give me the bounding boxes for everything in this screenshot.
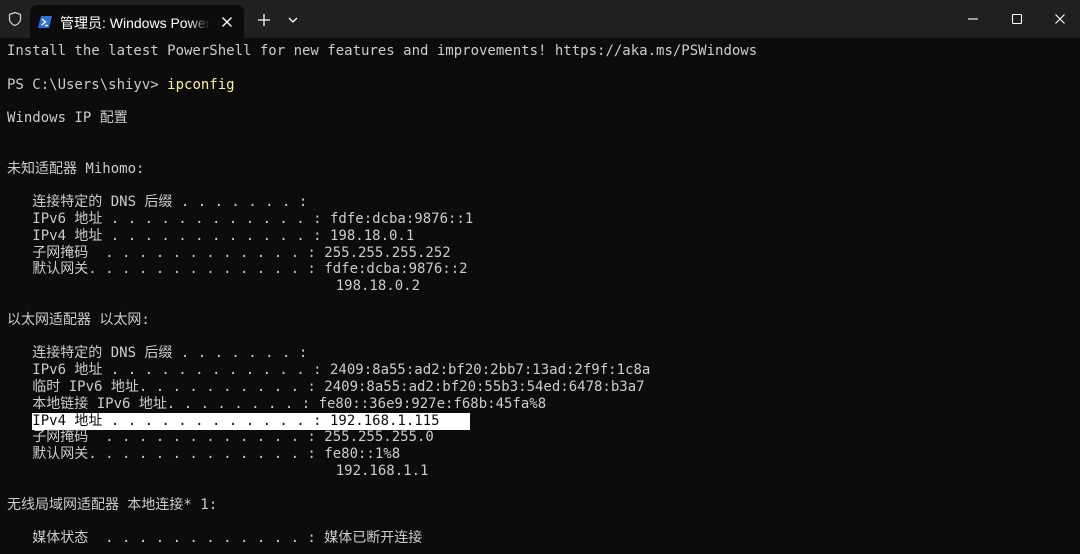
terminal-line: 本地链接 IPv6 地址. . . . . . . . : fe80::36e9… [7, 395, 547, 412]
minimize-icon[interactable] [966, 12, 980, 26]
terminal-line: 子网掩码 . . . . . . . . . . . . : 255.255.2… [7, 244, 451, 261]
plus-icon[interactable] [257, 13, 271, 27]
terminal-line: 默认网关. . . . . . . . . . . . . : fe80::1%… [7, 446, 401, 463]
terminal-line: 临时 IPv6 地址. . . . . . . . . . : 2409:8a5… [7, 379, 645, 395]
terminal-line: 以太网适配器 以太网: [7, 311, 150, 328]
terminal-line: 未知适配器 Mihomo: [7, 160, 145, 177]
maximize-icon[interactable] [1010, 12, 1024, 26]
terminal-line: 连接特定的 DNS 后缀 . . . . . . . : [7, 194, 308, 211]
terminal-output[interactable]: Install the latest PowerShell for new fe… [0, 38, 1080, 554]
terminal-line: IPv4 地址 . . . . . . . . . . . . : 192.16… [7, 412, 440, 429]
terminal-line: Install the latest PowerShell for new fe… [7, 43, 758, 59]
shield-icon [7, 11, 23, 27]
terminal-line: 198.18.0.2 [7, 278, 421, 295]
powershell-icon [38, 15, 52, 29]
tab-powershell[interactable]: 管理员: Windows PowerShell [30, 5, 244, 38]
terminal-line: IPv6 地址 . . . . . . . . . . . . : fdfe:d… [7, 211, 474, 227]
terminal-line: IPv4 地址 . . . . . . . . . . . . : 198.18… [7, 227, 415, 244]
chevron-down-icon[interactable] [287, 16, 299, 24]
terminal-line: 192.168.1.1 [7, 463, 429, 479]
close-icon[interactable] [1053, 12, 1067, 26]
terminal-line: Windows IP 配置 [7, 110, 128, 127]
close-icon[interactable] [220, 15, 234, 29]
terminal-line: IPv6 地址 . . . . . . . . . . . . : 2409:8… [7, 362, 651, 379]
terminal-line: 媒体状态 . . . . . . . . . . . . : 媒体已断开连接 [7, 530, 423, 547]
title-bar: 管理员: Windows PowerShell [0, 0, 1080, 38]
terminal-line: PS C:\Users\shiyv> ipconfig [7, 76, 235, 93]
tab-title: 管理员: Windows PowerShell [60, 15, 210, 31]
terminal-line: 连接特定的 DNS 后缀 . . . . . . . : [7, 345, 308, 362]
terminal-line: 无线局域网适配器 本地连接* 1: [7, 496, 218, 513]
terminal-line: 子网掩码 . . . . . . . . . . . . : 255.255.2… [7, 429, 434, 446]
command-text: ipconfig [167, 76, 235, 93]
terminal-line: 默认网关. . . . . . . . . . . . . : fdfe:dcb… [7, 261, 468, 278]
